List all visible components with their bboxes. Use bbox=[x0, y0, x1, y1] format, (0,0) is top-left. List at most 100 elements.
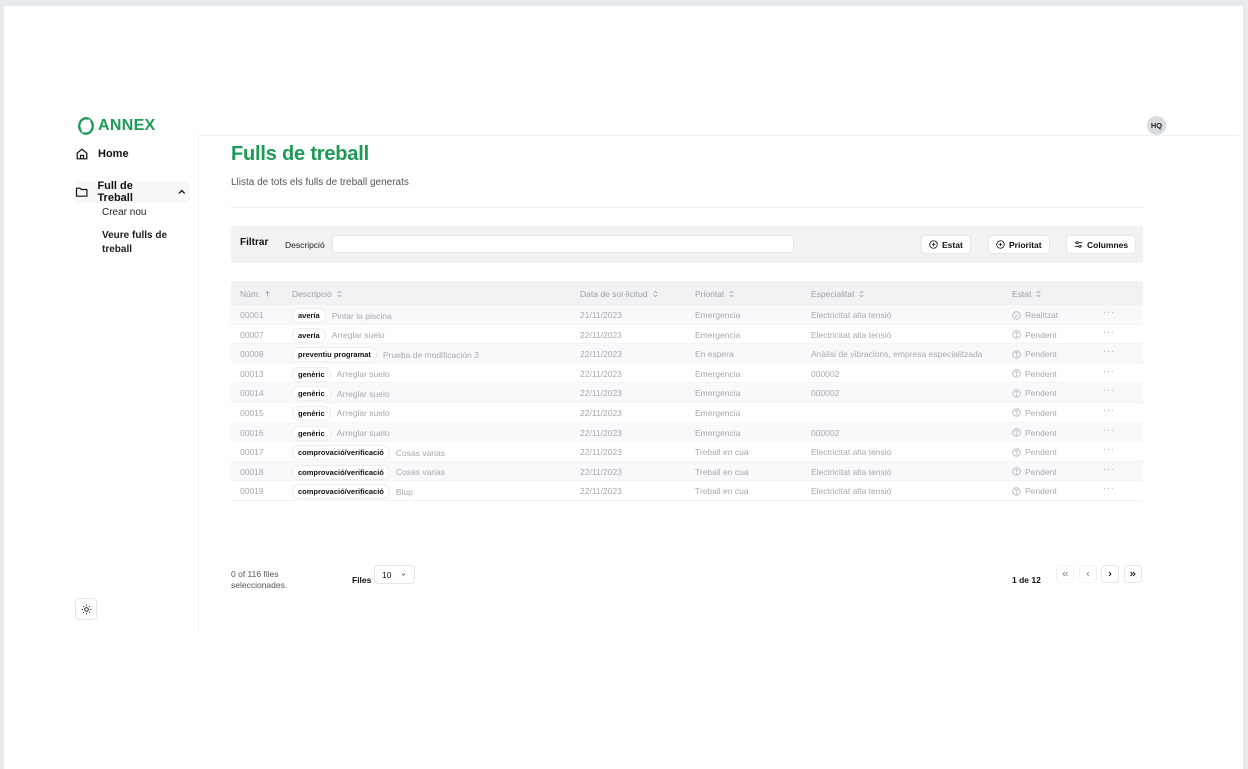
column-header-prioritat[interactable]: Prioritat bbox=[695, 289, 735, 299]
question-circle-icon bbox=[1012, 389, 1021, 398]
cell-data: 22/11/2023 bbox=[580, 349, 622, 360]
description-text: Prueba de modificación 3 bbox=[382, 349, 479, 360]
cell-prioritat: Treball en cua bbox=[695, 447, 749, 458]
button-label: Columnes bbox=[1087, 239, 1129, 250]
prioritat-filter-button[interactable]: Prioritat bbox=[988, 235, 1050, 254]
sidebar-subitem-crear-nou[interactable]: Crear nou bbox=[102, 206, 146, 220]
cell-data: 21/11/2023 bbox=[580, 310, 622, 320]
column-header-especialitat[interactable]: Especialitat bbox=[811, 289, 865, 299]
next-page-button[interactable] bbox=[1101, 565, 1119, 583]
question-circle-icon bbox=[1012, 350, 1021, 359]
description-text: Arreglar suelo bbox=[336, 428, 390, 439]
work-orders-table: Núm. Descripció Data de sol·licitud Prio… bbox=[231, 281, 1143, 501]
cell-data: 22/11/2023 bbox=[580, 407, 622, 418]
status-text: Realitzat bbox=[1025, 310, 1059, 320]
sidebar-item-home[interactable]: Home bbox=[75, 147, 129, 161]
chevron-up-icon[interactable] bbox=[177, 187, 187, 197]
column-header-descripcio[interactable]: Descripció bbox=[292, 289, 343, 299]
description-filter-input[interactable] bbox=[332, 235, 794, 253]
logo-text: ANNEX bbox=[98, 117, 156, 134]
column-header-label: Estat bbox=[1012, 289, 1032, 299]
estat-filter-button[interactable]: Estat bbox=[921, 235, 971, 254]
cell-descripcio: genèric Arreglar suelo bbox=[292, 366, 390, 382]
sort-icon bbox=[729, 290, 734, 298]
cell-descripcio: comprovació/verificació Blup bbox=[292, 484, 413, 500]
table-row[interactable]: 00001 avería Pintar la piscina 21/11/2023 Em… bbox=[231, 305, 1143, 325]
row-actions-button[interactable]: ··· bbox=[1103, 405, 1115, 416]
type-badge: genèric bbox=[292, 366, 331, 382]
cell-data: 22/11/2023 bbox=[580, 368, 622, 379]
chevron-left-icon bbox=[1086, 571, 1090, 577]
table-row[interactable]: 00017 comprovació/verificació Cosas varias… bbox=[231, 442, 1143, 462]
question-circle-icon bbox=[1012, 428, 1021, 437]
column-header-num[interactable]: Núm. bbox=[240, 289, 271, 299]
cell-estat: Pendent bbox=[1012, 330, 1057, 340]
header-divider bbox=[198, 135, 1239, 136]
table-row[interactable]: 00015 genèric Arreglar suelo 22/11/2023 Emer… bbox=[231, 403, 1143, 423]
cell-descripcio: genèric Arreglar suelo bbox=[292, 386, 390, 402]
cell-estat: Pendent bbox=[1012, 349, 1057, 359]
type-badge: preventiu programat bbox=[292, 347, 377, 363]
row-actions-button[interactable]: ··· bbox=[1103, 483, 1115, 494]
cell-prioritat: Emergencia bbox=[695, 310, 741, 320]
cell-num: 00018 bbox=[240, 466, 264, 477]
row-actions-button[interactable]: ··· bbox=[1103, 425, 1115, 436]
button-label: Estat bbox=[942, 239, 963, 250]
row-actions-button[interactable]: ··· bbox=[1103, 464, 1115, 475]
theme-toggle-button[interactable] bbox=[75, 598, 97, 620]
description-text: Arreglar suelo bbox=[331, 330, 385, 341]
row-actions-button[interactable]: ··· bbox=[1103, 444, 1115, 455]
table-row[interactable]: 00016 genèric Arreglar suelo 22/11/2023 Emer… bbox=[231, 422, 1143, 443]
cell-data: 22/11/2023 bbox=[580, 447, 622, 458]
row-actions-button[interactable]: ··· bbox=[1103, 385, 1115, 396]
cell-data: 22/11/2023 bbox=[580, 388, 622, 399]
table-row[interactable]: 00014 genèric Arreglar suelo 22/11/2023 Emer… bbox=[231, 383, 1143, 403]
columnes-button[interactable]: Columnes bbox=[1066, 235, 1137, 254]
cell-especialitat: Electricitat alta tensió bbox=[811, 310, 892, 320]
table-row[interactable]: 00019 comprovació/verificació Blup 22/11/20… bbox=[231, 481, 1143, 501]
cell-num: 00015 bbox=[240, 407, 264, 418]
first-page-button[interactable] bbox=[1056, 565, 1074, 583]
description-text: Arreglar suelo bbox=[336, 369, 390, 380]
row-actions-button[interactable]: ··· bbox=[1103, 327, 1115, 338]
cell-num: 00014 bbox=[240, 388, 264, 399]
row-actions-button[interactable]: ··· bbox=[1103, 307, 1115, 318]
rows-per-page-select[interactable]: 10 bbox=[374, 565, 415, 584]
column-header-label: Data de sol·licitud bbox=[580, 289, 648, 299]
row-actions-button[interactable]: ··· bbox=[1103, 366, 1115, 377]
last-page-button[interactable] bbox=[1124, 565, 1142, 583]
sidebar-subitem-veure-fulls[interactable]: Veure fulls de treball bbox=[102, 229, 182, 257]
cell-descripcio: genèric Arreglar suelo bbox=[292, 405, 390, 421]
chevrons-left-icon bbox=[1062, 571, 1068, 577]
sort-ascending-icon bbox=[265, 290, 270, 297]
filter-bar: Filtrar Descripció Estat Prioritat Colum… bbox=[231, 226, 1143, 263]
column-header-label: Descripció bbox=[292, 289, 332, 299]
status-text: Pendent bbox=[1025, 466, 1057, 477]
column-header-estat[interactable]: Estat bbox=[1012, 289, 1042, 299]
table-row[interactable]: 00018 comprovació/verificació Cosas varias… bbox=[231, 461, 1143, 482]
cell-estat: Pendent bbox=[1012, 467, 1057, 477]
chevrons-right-icon bbox=[1130, 571, 1136, 577]
cell-descripcio: genèric Arreglar suelo bbox=[292, 425, 390, 441]
user-avatar[interactable]: HQ bbox=[1147, 116, 1166, 135]
sort-icon bbox=[337, 290, 342, 298]
type-badge: comprovació/verificació bbox=[292, 484, 390, 500]
logo[interactable]: ANNEX bbox=[77, 117, 156, 135]
column-header-data[interactable]: Data de sol·licitud bbox=[580, 289, 659, 299]
table-row[interactable]: 00007 avería Arreglar suelo 22/11/2023 Emerg… bbox=[231, 325, 1143, 345]
sidebar-item-full-de-treball[interactable]: Full de Treball bbox=[75, 180, 190, 204]
cell-prioritat: Emergencia bbox=[695, 329, 741, 340]
table-row[interactable]: 00013 genèric Arreglar suelo 22/11/2023 Emer… bbox=[231, 364, 1143, 384]
plus-circle-icon bbox=[996, 240, 1005, 249]
question-circle-icon bbox=[1012, 330, 1021, 339]
rows-per-page-value: 10 bbox=[382, 569, 392, 580]
row-actions-button[interactable]: ··· bbox=[1103, 346, 1115, 357]
cell-descripcio: comprovació/verificació Cosas varias bbox=[292, 464, 445, 480]
table-row[interactable]: 00008 preventiu programat Prueba de modifi… bbox=[231, 344, 1143, 364]
home-icon bbox=[76, 148, 88, 160]
previous-page-button[interactable] bbox=[1079, 565, 1097, 583]
logo-mark-icon bbox=[78, 117, 94, 135]
button-label: Prioritat bbox=[1009, 239, 1042, 250]
sort-icon bbox=[653, 290, 658, 298]
column-header-label: Núm. bbox=[240, 289, 261, 299]
